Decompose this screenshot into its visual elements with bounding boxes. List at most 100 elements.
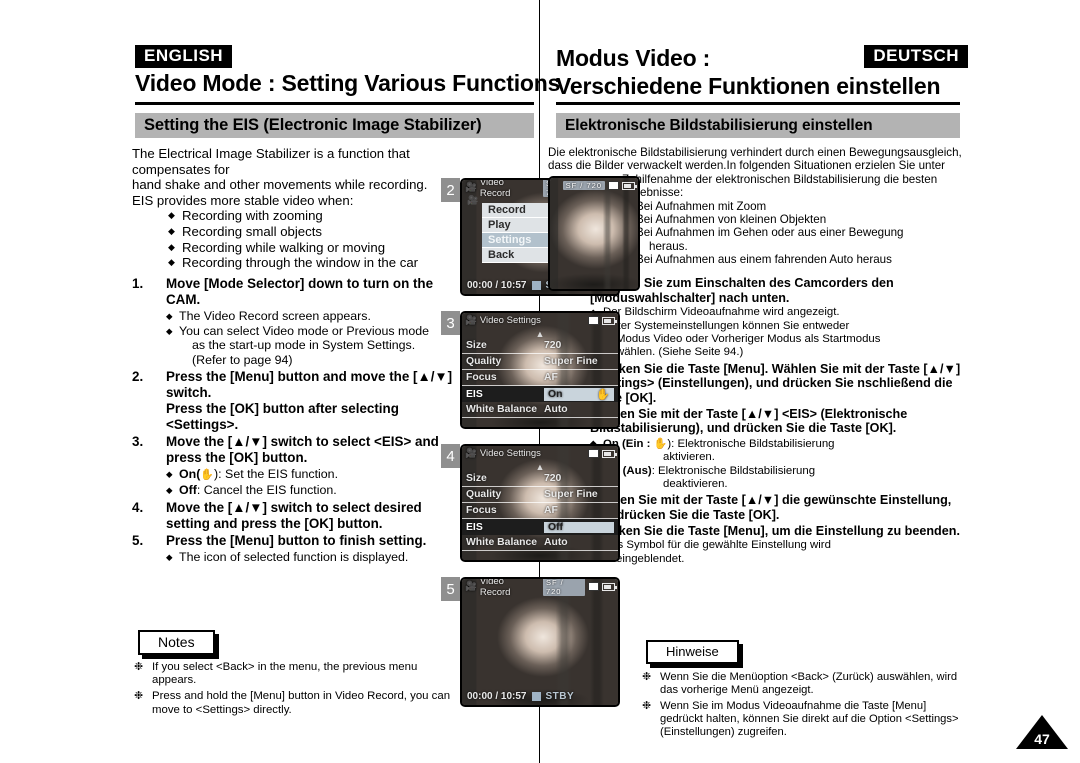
step-sub-list: Der Bildschirm Videoaufnahme wird angeze…	[590, 306, 968, 360]
notes-box-english: Notes	[138, 630, 215, 655]
osd-quality-chip: SF / 720	[542, 579, 586, 596]
sub-text: : Cancel the EIS function.	[196, 482, 337, 497]
figure-badge: 2	[441, 178, 460, 202]
scroll-up-icon[interactable]: ▲	[462, 330, 618, 339]
step-heading: Press the [Menu] button and move the [▲/…	[166, 369, 453, 401]
osd-mode-title: Video Record	[479, 577, 511, 598]
intro-line-3: EIS provides more stable video when:	[132, 192, 354, 208]
list-item: Wenn Sie die Menüoption <Back> (Zurück) …	[640, 670, 970, 697]
step-heading: Press the [Menu] button to finish settin…	[166, 532, 427, 548]
setting-value: Off	[544, 521, 614, 533]
list-item: Bei Aufnahmen im Gehen oder aus einer Be…	[622, 226, 968, 253]
notes-list-german: Wenn Sie die Menüoption <Back> (Zurück) …	[640, 670, 970, 742]
lcd-screen: 🎥 Video Settings ▲ Size 720 Quality Supe…	[460, 444, 620, 562]
step-heading-2: Press the [OK] button after selecting <S…	[166, 401, 399, 433]
setting-value: Super Fine	[544, 356, 598, 367]
lcd-photo	[462, 579, 618, 705]
memory-card-icon	[608, 181, 619, 190]
section-band-german: Elektronische Bildstabilisierung einstel…	[556, 113, 960, 138]
setting-row-white-balance[interactable]: White Balance Auto	[462, 402, 618, 418]
setting-label: EIS	[466, 521, 483, 533]
osd-top-bar: 🎥 Video Settings	[462, 446, 618, 461]
header-rule-left	[135, 102, 534, 105]
list-item: On(✋): Set the EIS function.	[166, 467, 462, 483]
sub-cont: eingeblendet.	[616, 552, 685, 565]
setting-row-eis[interactable]: EIS Off	[462, 519, 618, 535]
page-title-german: Modus Video : Verschiedene Funktionen ei…	[556, 44, 941, 100]
setting-label: Size	[466, 473, 487, 484]
list-item: Recording with zooming	[168, 208, 462, 224]
header-rule-right	[556, 102, 960, 105]
osd-bottom-bar: 00:00 / 10:57 STBY	[462, 689, 618, 703]
setting-row-size[interactable]: Size 720	[462, 471, 618, 487]
notes-label: Hinweise	[666, 644, 719, 659]
sub-cont: Modus Video oder Vorheriger Modus als St…	[616, 333, 881, 345]
record-mode-icon: 🎥	[467, 196, 479, 206]
osd-quality-chip: SF / 720	[562, 181, 605, 190]
setting-row-focus[interactable]: Focus AF	[462, 503, 618, 519]
lcd-photo	[550, 178, 638, 289]
setting-label: White Balance	[466, 404, 538, 415]
list-item: Unter Systemeinstellungen können Sie ent…	[590, 320, 968, 360]
figure-badge: 4	[441, 444, 460, 468]
video-camera-icon: 🎥	[465, 581, 477, 592]
osd-mode-title: Video Settings	[479, 448, 541, 459]
setting-label: White Balance	[466, 537, 538, 548]
setting-label: Quality	[466, 489, 502, 500]
list-item: The Video Record screen appears.	[166, 309, 462, 324]
step-heading: Wählen Sie mit der Taste [▲/▼] <EIS> (El…	[590, 406, 908, 436]
battery-icon	[602, 582, 617, 591]
video-camera-icon: 🎥	[465, 315, 477, 326]
list-item: Recording small objects	[168, 224, 462, 240]
setting-row-quality[interactable]: Quality Super Fine	[462, 487, 618, 503]
bullet-cont: heraus.	[649, 239, 688, 253]
battery-icon	[602, 449, 617, 458]
sub-text: ): Elektronische Bildstabilisierung	[667, 437, 835, 450]
settings-rows[interactable]: ▲ Size 720 Quality Super Fine Focus AF E…	[462, 463, 618, 560]
step-number: 5.	[132, 532, 144, 548]
step-1: 1. Move [Mode Selector] down to turn on …	[132, 276, 462, 367]
list-item: The icon of selected function is display…	[166, 550, 462, 565]
step-3: 3. Move the [▲/▼] switch to select <EIS>…	[132, 434, 462, 497]
battery-icon	[622, 181, 637, 190]
list-item: Press and hold the [Menu] button in Vide…	[132, 689, 462, 716]
step-number: 2.	[132, 369, 144, 385]
list-item: On (Ein : ✋): Elektronische Bildstabilis…	[590, 437, 968, 465]
step-sub-list: On (Ein : ✋): Elektronische Bildstabilis…	[590, 437, 968, 492]
setting-row-quality[interactable]: Quality Super Fine	[462, 354, 618, 370]
list-item: Bei Aufnahmen mit Zoom	[622, 200, 968, 214]
step-sub-list: The icon of selected function is display…	[166, 550, 462, 565]
step-heading: Move the [▲/▼] switch to select desired …	[166, 499, 422, 531]
memory-card-icon	[588, 449, 599, 458]
standby-square-icon	[531, 691, 541, 701]
setting-row-white-balance[interactable]: White Balance Auto	[462, 535, 618, 551]
osd-top-bar: SF / 720	[550, 178, 638, 193]
intro-bullets-english: Recording with zooming Recording small o…	[168, 208, 462, 270]
sub-text: : Elektronische Bildstabilisierung	[651, 464, 816, 477]
step-sub-list: On(✋): Set the EIS function. Off: Cancel…	[166, 467, 462, 497]
steps-english: 1. Move [Mode Selector] down to turn on …	[132, 276, 462, 566]
sub-bold: Off	[179, 482, 197, 497]
setting-label: EIS	[466, 388, 483, 400]
hand-icon: ✋	[596, 387, 610, 401]
video-camera-icon: 🎥	[465, 448, 477, 459]
intro-line-2: dass die Bilder verwackelt werden.In fol…	[548, 159, 946, 173]
notes-label: Notes	[158, 634, 195, 650]
setting-value: AF	[544, 372, 558, 383]
section-title-english: Setting the EIS (Electronic Image Stabil…	[144, 116, 482, 134]
sub-cont: deaktivieren.	[663, 478, 728, 490]
setting-label: Focus	[466, 372, 497, 383]
step-sub-list: Das Symbol für die gewählte Einstellung …	[590, 539, 968, 566]
scroll-up-icon[interactable]: ▲	[462, 463, 618, 472]
status-badge: STBY	[545, 690, 575, 702]
sub-text: You can select Video mode or Previous mo…	[179, 323, 430, 338]
intro-line-1: The Electrical Image Stabilizer is a fun…	[132, 146, 410, 177]
notes-list-english: If you select <Back> in the menu, the pr…	[132, 660, 462, 720]
setting-row-size[interactable]: Size 720	[462, 338, 618, 354]
setting-row-focus[interactable]: Focus AF	[462, 370, 618, 386]
step-number: 1.	[132, 276, 144, 291]
settings-rows[interactable]: ▲ Size 720 Quality Super Fine Focus AF E…	[462, 330, 618, 427]
language-tag-label: ENGLISH	[135, 45, 233, 68]
list-item: Bei Aufnahmen von kleinen Objekten	[622, 213, 968, 227]
setting-row-eis[interactable]: EIS On ✋	[462, 386, 618, 402]
